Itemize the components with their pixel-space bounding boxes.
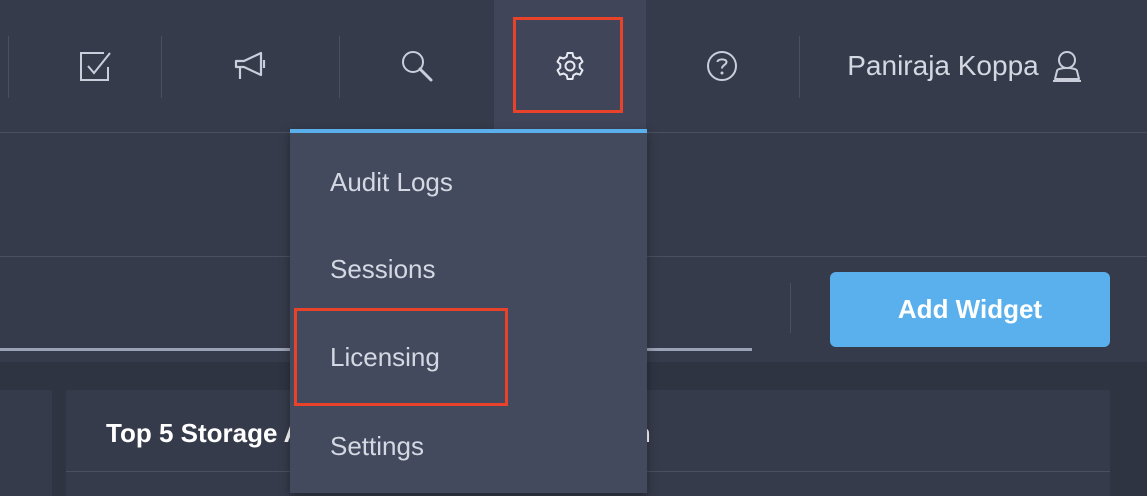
user-name: Paniraja Koppa <box>847 50 1039 81</box>
user-icon <box>1051 49 1083 83</box>
header-divider <box>8 36 9 98</box>
left-panel <box>0 390 52 496</box>
checkbox-icon <box>78 49 112 83</box>
help-icon <box>705 49 739 83</box>
search-button[interactable] <box>340 0 494 132</box>
menu-accent-bar <box>290 129 647 133</box>
toolbar-divider <box>790 283 791 333</box>
settings-button[interactable] <box>494 0 646 132</box>
menu-item-licensing[interactable]: Licensing <box>330 342 440 373</box>
help-button[interactable] <box>646 0 798 132</box>
gear-icon <box>555 51 585 81</box>
search-icon <box>400 49 434 83</box>
tasks-button[interactable] <box>30 0 160 132</box>
megaphone-icon <box>233 51 267 81</box>
add-widget-button[interactable]: Add Widget <box>830 272 1110 347</box>
top-header: Paniraja Koppa <box>0 0 1147 132</box>
user-menu[interactable]: Paniraja Koppa <box>800 0 1130 132</box>
menu-item-settings[interactable]: Settings <box>330 431 424 462</box>
settings-dropdown-menu: Audit Logs Sessions Licensing Settings <box>290 129 647 493</box>
announcements-button[interactable] <box>162 0 338 132</box>
menu-item-audit-logs[interactable]: Audit Logs <box>330 167 453 198</box>
menu-item-sessions[interactable]: Sessions <box>330 254 436 285</box>
